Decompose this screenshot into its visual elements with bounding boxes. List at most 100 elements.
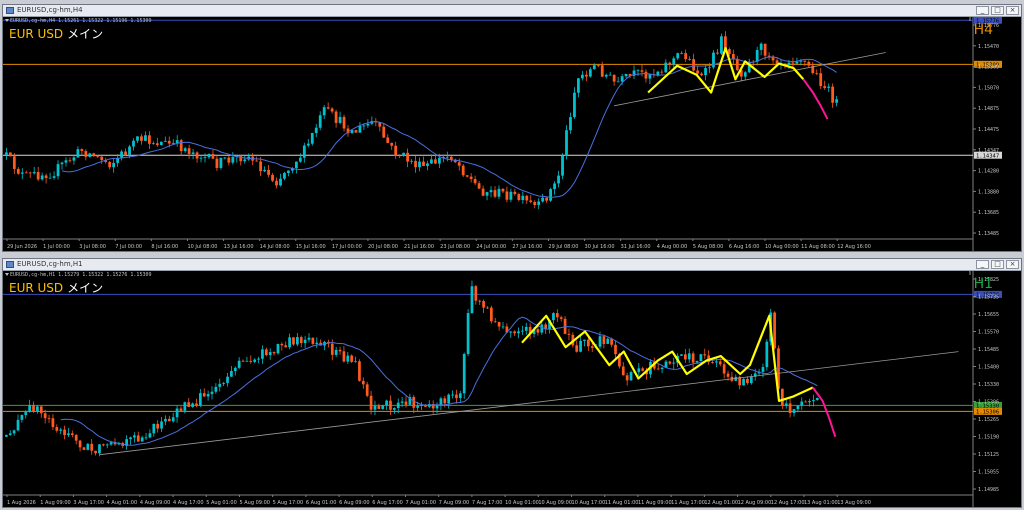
candle-body <box>129 437 132 440</box>
candle-body <box>485 192 489 196</box>
close-button[interactable]: × <box>1006 6 1019 15</box>
window-titlebar[interactable]: EURUSD,cg-hm,H1 _ □ × <box>3 259 1021 271</box>
candle-body <box>287 170 290 173</box>
candle-body <box>245 360 249 362</box>
y-tick-label: 1.15400 <box>978 365 999 371</box>
candle-body <box>128 146 131 155</box>
candle-body <box>800 401 804 406</box>
candle-body <box>718 361 722 365</box>
x-tick-label: 31 Jul 16:00 <box>621 244 651 250</box>
chart-menu-icon[interactable] <box>5 19 9 22</box>
x-tick-label: 21 Jul 16:00 <box>404 244 434 250</box>
candle-body <box>784 403 788 406</box>
candle-body <box>404 401 408 405</box>
x-tick-label: 20 Jul 08:00 <box>368 244 398 250</box>
candle-body <box>470 286 474 314</box>
candle-body <box>156 423 160 429</box>
candle-body <box>84 151 88 157</box>
candle-body <box>473 178 477 184</box>
candle-body <box>552 313 555 321</box>
candle-body <box>430 159 433 164</box>
window-titlebar[interactable]: EURUSD,cg-hm,H4 _ □ × <box>3 5 1021 17</box>
candle-body <box>52 176 56 178</box>
candle-body <box>140 437 144 442</box>
candle-body <box>749 376 753 384</box>
symbol-name: EUR USD <box>9 27 64 41</box>
chart-menu-icon[interactable] <box>5 273 9 276</box>
candle-body <box>620 76 624 82</box>
candle-body <box>195 403 198 406</box>
y-tick-label: 1.15125 <box>978 452 999 458</box>
candle-body <box>132 140 135 147</box>
candle-body <box>5 152 8 155</box>
x-tick-label: 15 Jul 16:00 <box>296 244 326 250</box>
candle-body <box>501 326 505 328</box>
candle-body <box>815 398 819 401</box>
candle-body <box>294 161 298 169</box>
candle-body <box>588 69 592 77</box>
candle-body <box>284 345 288 348</box>
candle-body <box>699 354 703 362</box>
x-tick-label: 3 Aug 17:00 <box>73 500 104 506</box>
candle-body <box>264 349 268 356</box>
candle-body <box>253 359 257 362</box>
x-tick-label: 13 Aug 09:00 <box>837 500 871 506</box>
chart-window-h4[interactable]: EURUSD,cg-hm,H4 _ □ × 1.15776 1.15309 1.14… <box>2 4 1022 252</box>
candle-body <box>36 406 39 411</box>
price-chart-h4[interactable]: 1.157761.153091.143471.157761.154701.153… <box>3 17 1021 251</box>
symbol-name: EUR USD <box>9 281 64 295</box>
candle-body <box>32 172 36 174</box>
candle-body <box>787 62 791 65</box>
maximize-button[interactable]: □ <box>991 260 1004 269</box>
candle-body <box>307 337 311 340</box>
forecast-line <box>812 386 837 438</box>
candle-body <box>726 373 730 377</box>
candle-body <box>490 307 493 322</box>
chart-window-h1[interactable]: EURUSD,cg-hm,H1 _ □ × 1.15776 1.15330 1.15… <box>2 258 1022 508</box>
candle-body <box>369 395 373 410</box>
y-tick-label: 1.15485 <box>978 347 999 353</box>
candle-body <box>624 73 628 77</box>
candle-body <box>64 160 68 163</box>
price-chart-h1[interactable]: 1.157761.153301.153061.158251.157351.156… <box>3 271 1021 507</box>
minimize-button[interactable]: _ <box>976 6 989 15</box>
candle-body <box>133 435 136 438</box>
x-tick-label: 29 Jun 2026 <box>7 244 37 250</box>
x-tick-label: 4 Aug 17:00 <box>173 500 204 506</box>
candle-body <box>322 107 326 116</box>
window-title: EURUSD,cg-hm,H4 <box>17 6 83 14</box>
y-tick-label: 1.15735 <box>978 295 999 301</box>
candle-body <box>227 157 231 163</box>
candle-body <box>636 70 640 72</box>
candle-body <box>715 361 718 363</box>
candle-body <box>735 58 739 71</box>
candle-body <box>78 440 82 448</box>
maximize-button[interactable]: □ <box>991 6 1004 15</box>
candle-body <box>215 158 219 168</box>
candle-body <box>80 149 84 152</box>
candle-body <box>641 368 645 371</box>
candle-body <box>722 364 726 374</box>
candle-body <box>501 188 505 192</box>
candle-body <box>524 326 528 331</box>
close-button[interactable]: × <box>1006 260 1019 269</box>
candle-body <box>67 433 70 436</box>
candle-body <box>621 366 625 376</box>
candle-body <box>792 409 796 414</box>
x-tick-label: 24 Jul 00:00 <box>476 244 506 250</box>
candle-body <box>533 201 537 206</box>
x-tick-label: 10 Aug 09:00 <box>538 500 572 506</box>
candle-body <box>191 403 194 407</box>
candle-body <box>561 155 564 176</box>
candle-body <box>268 352 272 356</box>
candle-body <box>700 73 703 76</box>
candle-body <box>773 312 776 349</box>
minimize-button[interactable]: _ <box>976 260 989 269</box>
candle-body <box>40 175 44 180</box>
candle-body <box>179 140 183 152</box>
candle-body <box>815 73 819 74</box>
candle-body <box>112 162 116 168</box>
candle-body <box>233 367 237 371</box>
candle-body <box>536 329 540 333</box>
candle-body <box>243 159 247 162</box>
